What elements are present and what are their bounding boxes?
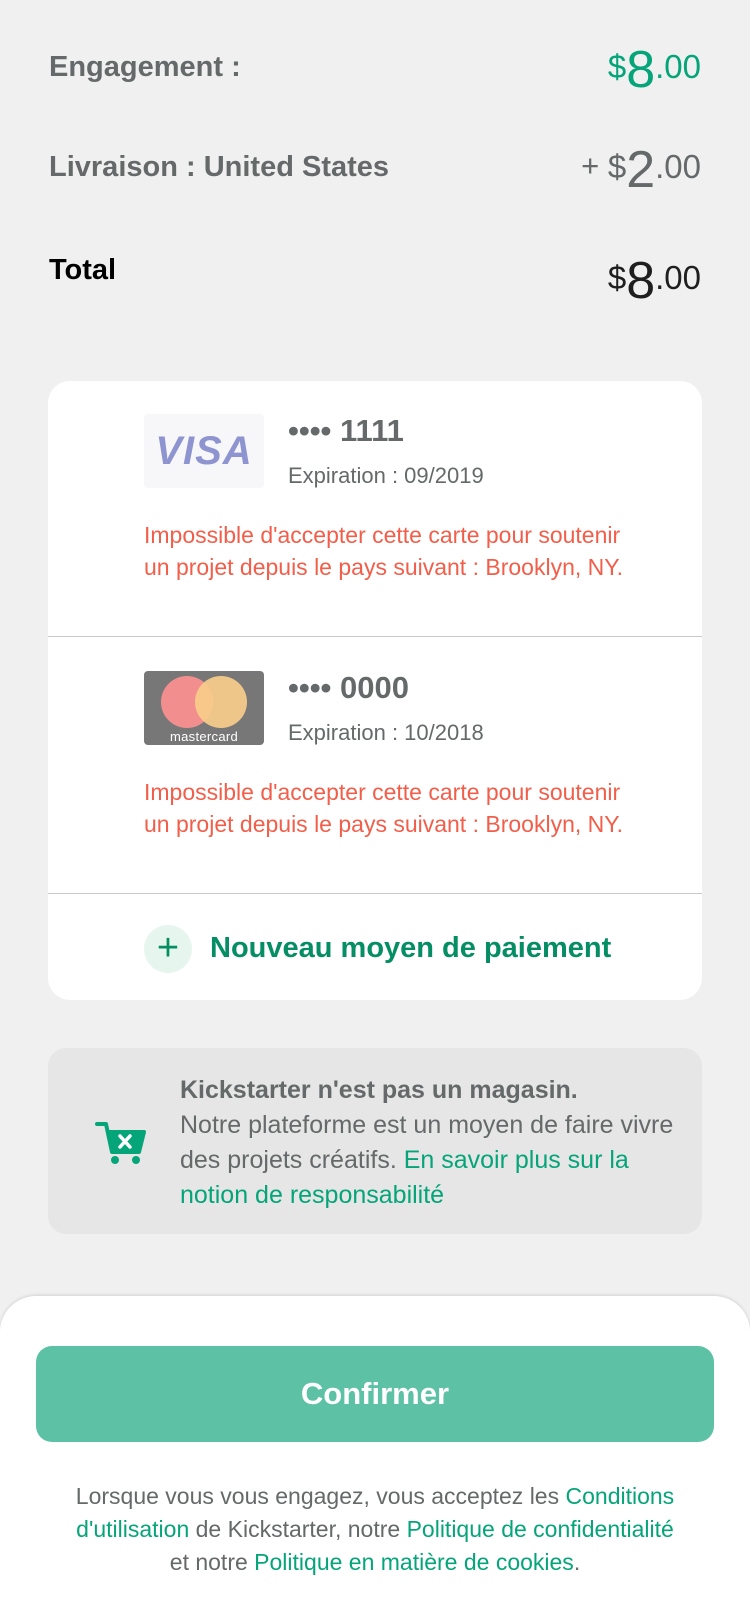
legal-text-part: et notre	[169, 1549, 255, 1575]
pledge-amount: $8.00	[608, 44, 701, 96]
visa-logo: VISA	[144, 414, 264, 488]
notice-title: Kickstarter n'est pas un magasin.	[180, 1076, 578, 1104]
card-number: •••• 1111	[288, 413, 404, 448]
cookie-policy-link[interactable]: Politique en matière de cookies	[254, 1549, 574, 1575]
pledge-integer: 8	[626, 41, 656, 99]
add-payment-label: Nouveau moyen de paiement	[210, 932, 612, 964]
total-label: Total	[49, 254, 117, 286]
mastercard-logo-text: mastercard	[169, 729, 239, 744]
payment-card-mastercard[interactable]: mastercard •••• 0000 Expiration : 10/201…	[48, 636, 702, 893]
card-error-message: Impossible d'accepter cette carte pour s…	[144, 522, 624, 580]
shipping-prefix: +	[581, 148, 608, 183]
privacy-policy-link[interactable]: Politique de confidentialité	[407, 1516, 674, 1542]
notice-text: Kickstarter n'est pas un magasin. Notre …	[180, 1073, 680, 1213]
total-amount: $8.00	[608, 255, 701, 307]
bottom-sheet: Confirmer Lorsque vous vous engagez, vou…	[0, 1296, 750, 1624]
legal-text-part: de Kickstarter, notre	[189, 1516, 407, 1542]
shipping-decimals: .00	[655, 148, 701, 185]
card-error-message: Impossible d'accepter cette carte pour s…	[144, 779, 624, 837]
mastercard-yellow-circle	[195, 676, 247, 728]
card-expiration: Expiration : 09/2019	[288, 463, 484, 488]
shipping-currency: $	[607, 148, 627, 185]
visa-logo-text: VISA	[155, 428, 253, 473]
cart-x-icon	[95, 1122, 146, 1164]
total-currency: $	[607, 259, 627, 296]
payment-card-visa[interactable]: VISA •••• 1111 Expiration : 09/2019 Impo…	[48, 381, 702, 636]
legal-text-part: Lorsque vous vous engagez, vous acceptez…	[75, 1483, 566, 1509]
pledge-label: Engagement :	[49, 51, 241, 83]
card-number: •••• 0000	[288, 670, 409, 705]
card-expiration: Expiration : 10/2018	[288, 720, 484, 745]
mastercard-logo: mastercard	[144, 671, 264, 745]
pledge-decimals: .00	[655, 48, 701, 85]
total-row: Total $8.00	[49, 247, 701, 307]
shipping-integer: 2	[626, 141, 656, 199]
shipping-amount: + $2.00	[581, 144, 701, 196]
total-decimals: .00	[655, 259, 701, 296]
pledge-row: Engagement : $8.00	[49, 36, 701, 96]
pledge-currency: $	[607, 48, 627, 85]
confirm-button[interactable]: Confirmer	[36, 1346, 714, 1442]
shipping-row: Livraison : United States + $2.00	[49, 136, 701, 196]
legal-text-part: .	[573, 1549, 581, 1575]
shipping-label: Livraison : United States	[49, 151, 390, 183]
legal-text: Lorsque vous vous engagez, vous acceptez…	[70, 1480, 680, 1579]
total-integer: 8	[626, 252, 656, 310]
payment-methods-list: VISA •••• 1111 Expiration : 09/2019 Impo…	[48, 381, 702, 1000]
add-payment-method-button[interactable]: + Nouveau moyen de paiement	[48, 893, 702, 1000]
not-a-store-notice: Kickstarter n'est pas un magasin. Notre …	[48, 1048, 702, 1234]
plus-icon: +	[144, 925, 192, 973]
